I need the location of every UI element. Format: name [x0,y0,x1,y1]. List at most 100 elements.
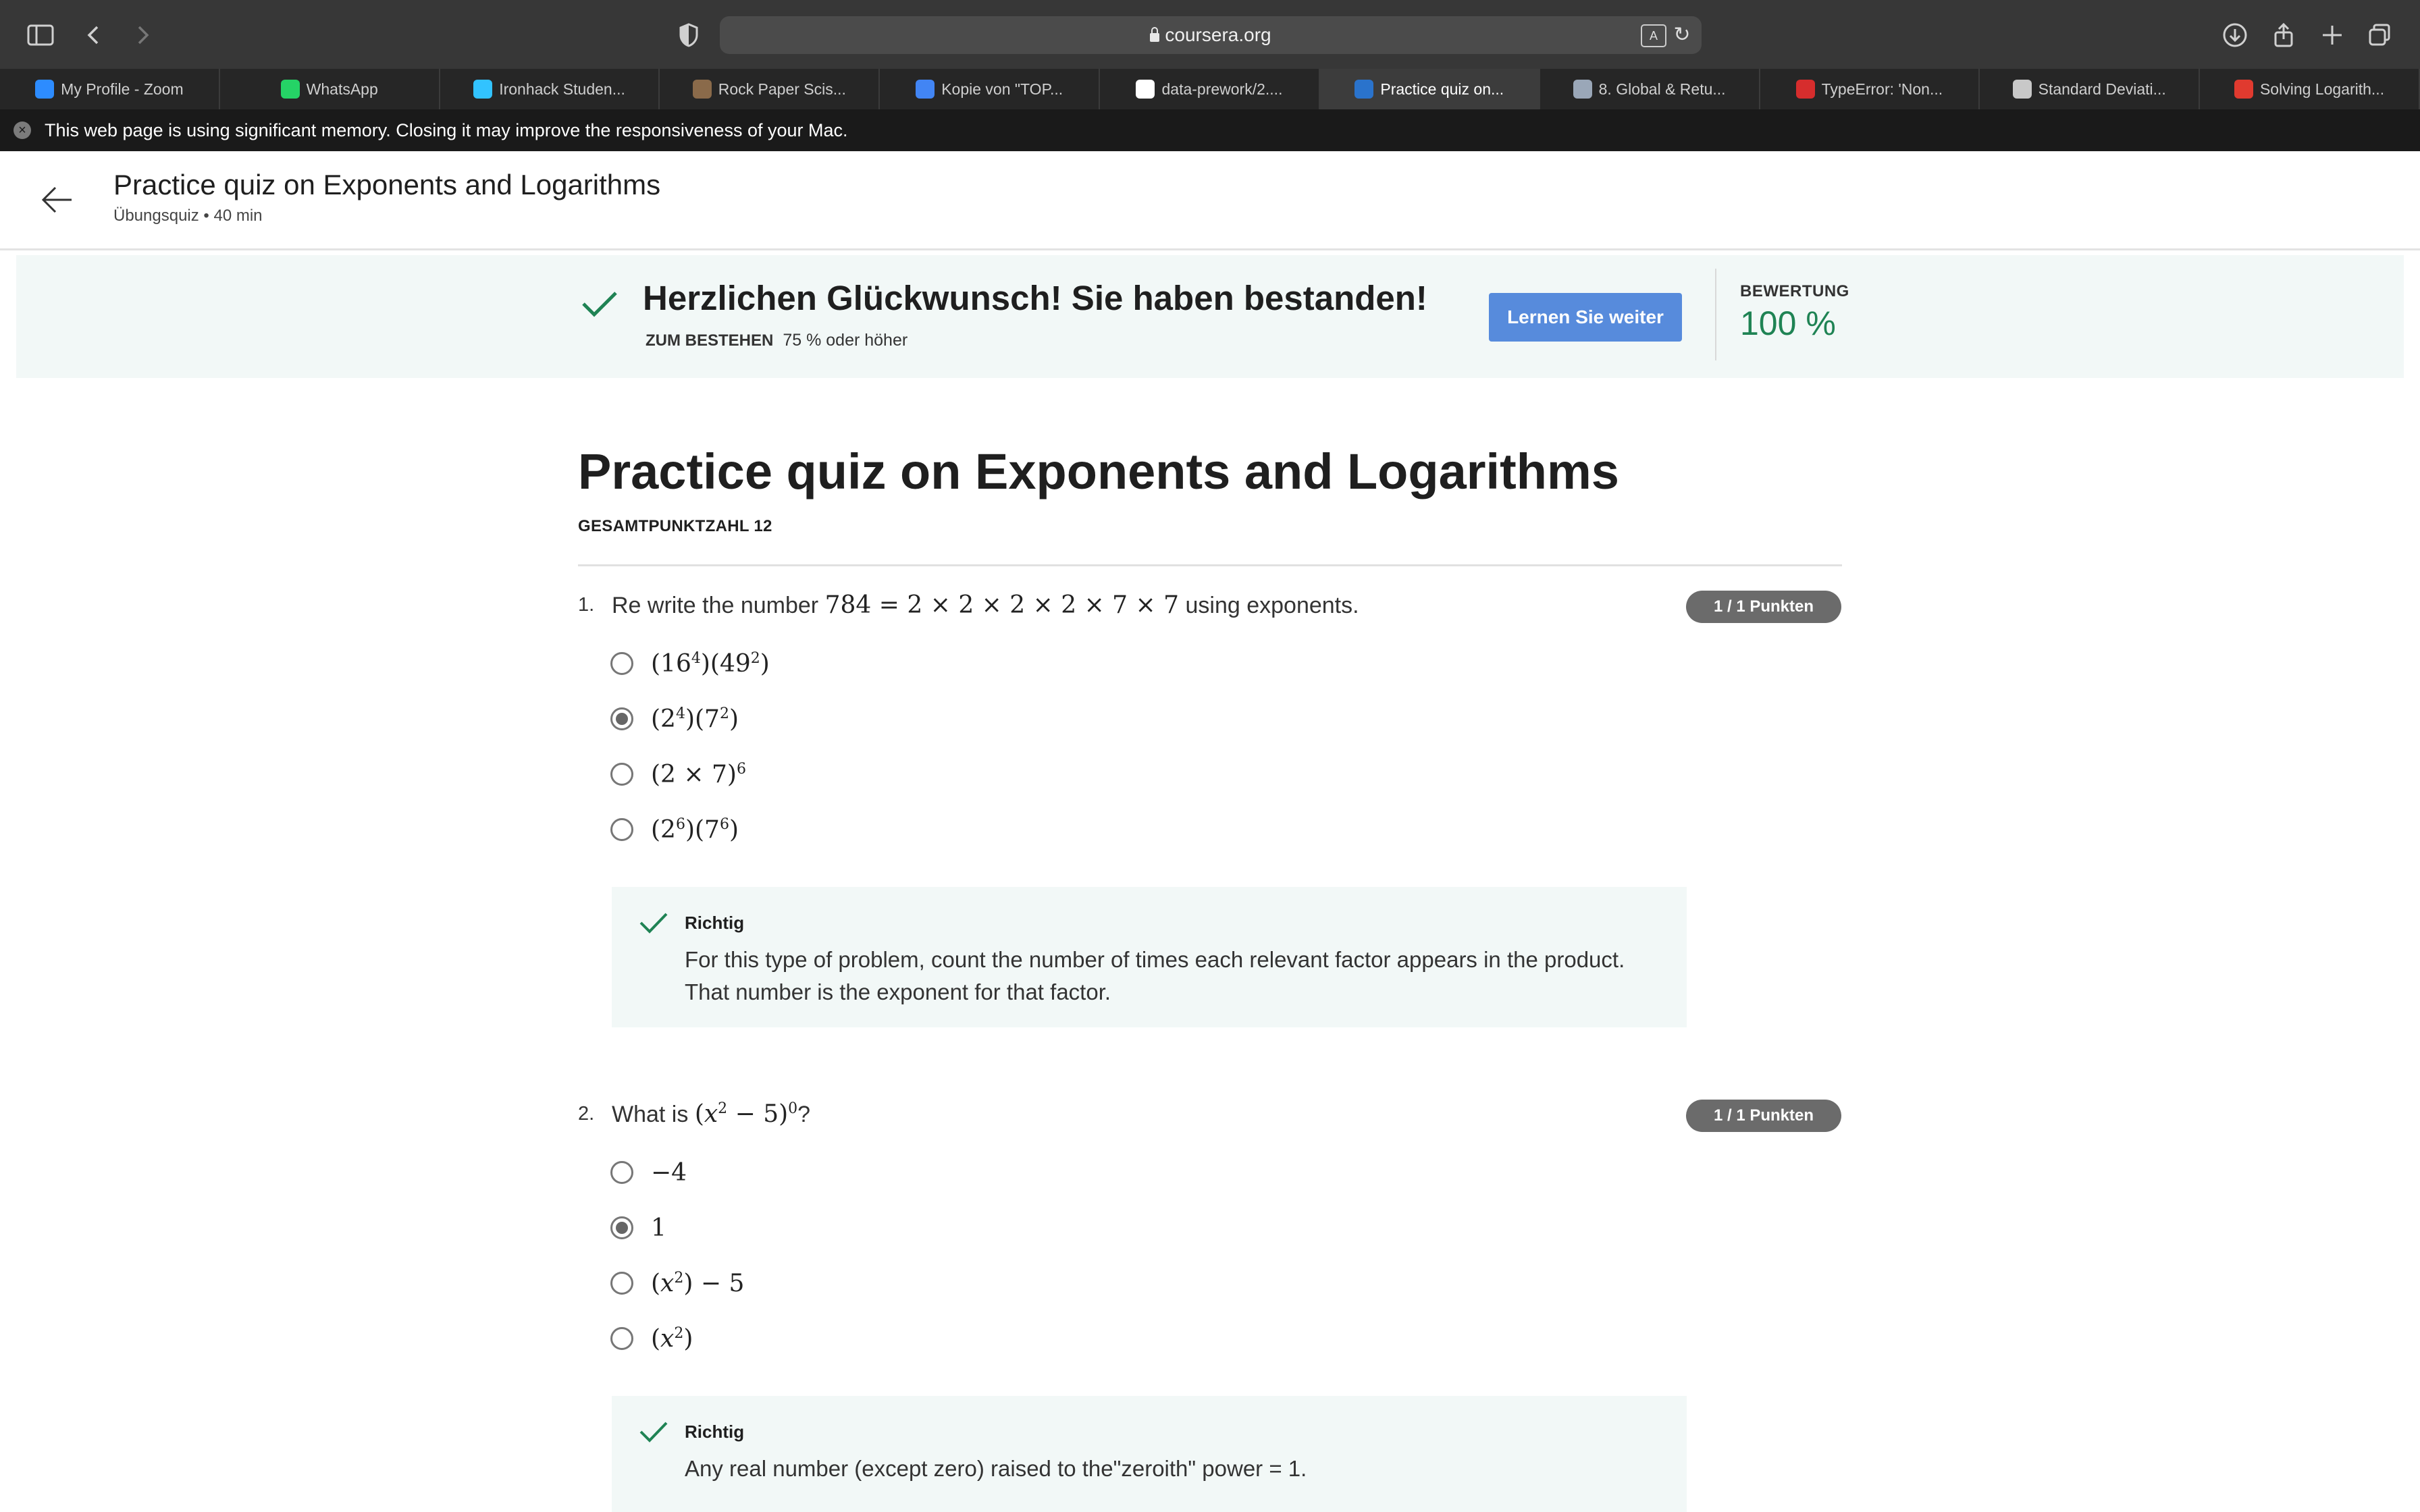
browser-tab[interactable]: 8. Global & Retu... [1540,69,1760,109]
question-number: 1. [578,594,595,616]
pass-label: ZUM BESTEHEN [646,331,774,350]
close-icon[interactable]: × [14,122,31,139]
browser-tab[interactable]: data-prework/2.... [1100,69,1320,109]
radio-button-selected[interactable] [610,1216,633,1239]
page-header: Practice quiz on Exponents and Logarithm… [0,151,2420,250]
ironhack-icon [473,80,493,99]
rps-icon [692,80,712,99]
grade-value: 100 % [1740,304,1836,342]
share-icon[interactable] [2269,20,2298,50]
feedback-text: Any real number (except zero) raised to … [685,1456,1307,1481]
feedback-label: Richtig [685,913,745,933]
browser-tab[interactable]: Kopie von "TOP... [880,69,1101,109]
back-arrow-icon[interactable] [38,181,76,219]
quiz-title: Practice quiz on Exponents and Logarithm… [578,443,1619,500]
question-text-after: ? [797,1102,811,1127]
question-math: (x2 − 5)0 [694,1100,798,1128]
radio-button[interactable] [610,1161,633,1184]
option-math: (2 × 7)6 [651,760,746,788]
question-text-after: using exponents. [1185,593,1359,618]
browser-tab[interactable]: Rock Paper Scis... [660,69,880,109]
answer-option[interactable]: −4 [610,1156,687,1189]
option-math: (x2) − 5 [651,1269,745,1297]
new-tab-icon[interactable] [2317,20,2347,50]
tab-label: Practice quiz on... [1380,80,1504,98]
answer-option[interactable]: (24)(72) [610,702,739,736]
grade-label: BEWERTUNG [1740,282,1849,300]
book-icon [1573,80,1592,99]
question-text: Re write the number 784 = 2 × 2 × 2 × 2 … [612,591,1359,619]
tab-label: Ironhack Studen... [499,80,625,98]
zoom-icon [35,80,55,99]
tab-label: Kopie von "TOP... [941,80,1063,98]
tab-label: data-prework/2.... [1161,80,1283,98]
c-icon [2234,80,2253,99]
back-nav-icon[interactable] [80,20,109,50]
browser-tab[interactable]: My Profile - Zoom [0,69,220,109]
browser-tab[interactable]: Solving Logarith... [2200,69,2420,109]
question-text: What is (x2 − 5)0? [612,1100,810,1128]
n-icon [1795,80,1815,99]
total-points: GESAMTPUNKTZAHL 12 [578,517,772,535]
answer-option[interactable]: (x2) − 5 [610,1266,744,1300]
browser-tab[interactable]: Practice quiz on... [1319,69,1540,109]
browser-tab[interactable]: TypeError: 'Non... [1760,69,1980,109]
answer-option[interactable]: (2 × 7)6 [610,757,746,791]
lock-icon [1150,27,1160,42]
feedback-label: Richtig [685,1422,745,1442]
radio-button[interactable] [610,1272,633,1295]
divider [578,564,1842,566]
option-math: (24)(72) [651,705,739,733]
radio-button[interactable] [610,1327,633,1350]
radio-button[interactable] [610,652,633,675]
browser-tab[interactable]: WhatsApp [220,69,440,109]
memory-warning-text: This web page is using significant memor… [45,120,848,140]
chart-icon [2012,80,2032,99]
radio-button-selected[interactable] [610,707,633,730]
answer-option[interactable]: 1 [610,1211,666,1245]
banner-title: Herzlichen Glückwunsch! Sie haben bestan… [643,279,1427,317]
sidebar-toggle-icon[interactable] [26,20,55,50]
tab-label: Standard Deviati... [2038,80,2166,98]
coursera-icon [1354,80,1374,99]
tab-label: Solving Logarith... [2259,80,2385,98]
memory-warning-bar: × This web page is using significant mem… [0,109,2420,151]
answer-option[interactable]: (164)(492) [610,647,770,680]
question-math: 784 = 2 × 2 × 2 × 2 × 7 × 7 [824,591,1180,619]
pass-value: 75 % oder höher [783,331,908,350]
option-math: (x2) [651,1324,693,1353]
feedback-text: For this type of problem, count the numb… [685,947,1625,1004]
checkmark-icon [639,1420,668,1443]
translate-icon[interactable]: A [1641,24,1666,47]
browser-toolbar: coursera.org A ↻ [0,0,2420,69]
browser-tab[interactable]: Ironhack Studen... [440,69,660,109]
forward-nav-icon[interactable] [127,20,157,50]
answer-option[interactable]: (x2) [610,1322,693,1355]
tab-label: TypeError: 'Non... [1821,80,1943,98]
checkmark-icon [581,290,619,317]
address-bar[interactable]: coursera.org A ↻ [720,16,1702,54]
option-math: 1 [651,1214,666,1242]
points-badge: 1 / 1 Punkten [1686,1100,1841,1132]
tab-label: WhatsApp [306,80,378,98]
checkmark-icon [639,911,668,934]
option-math: (26)(76) [651,815,739,844]
url-text: coursera.org [1165,24,1271,45]
privacy-shield-icon[interactable] [674,20,704,50]
browser-tab[interactable]: Standard Deviati... [1980,69,2201,109]
feedback-box: Richtig For this type of problem, count … [612,887,1687,1027]
radio-button[interactable] [610,818,633,841]
tab-overview-icon[interactable] [2365,20,2394,50]
question-number: 2. [578,1103,595,1125]
radio-button[interactable] [610,763,633,786]
continue-learning-button[interactable]: Lernen Sie weiter [1489,293,1682,342]
tab-bar: My Profile - Zoom WhatsApp Ironhack Studen… [0,69,2420,109]
points-badge: 1 / 1 Punkten [1686,591,1841,623]
option-math: −4 [651,1158,687,1187]
question-text-before: What is [612,1102,689,1127]
option-math: (164)(492) [651,649,770,678]
page-subtitle: Übungsquiz • 40 min [113,207,263,225]
reload-icon[interactable]: ↻ [1671,23,1693,47]
answer-option[interactable]: (26)(76) [610,813,739,846]
download-icon[interactable] [2220,20,2250,50]
